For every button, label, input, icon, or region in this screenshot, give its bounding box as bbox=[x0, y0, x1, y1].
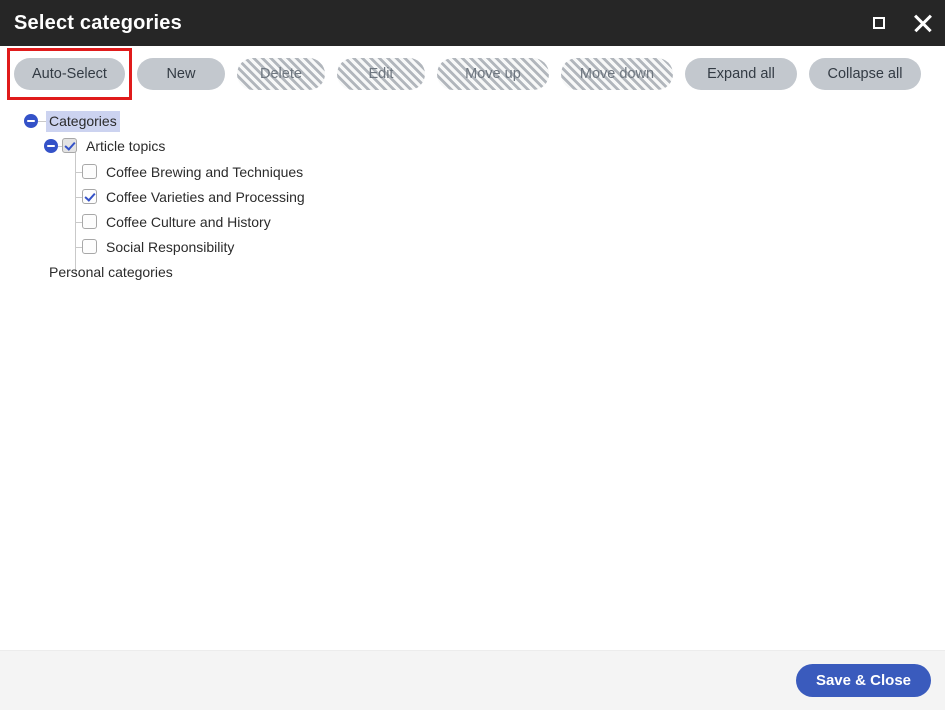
collapse-all-button[interactable]: Collapse all bbox=[808, 57, 921, 90]
checkbox-coffee-culture-and-history[interactable] bbox=[82, 214, 97, 229]
collapse-toggle-categories[interactable] bbox=[24, 114, 38, 128]
tree-row-categories[interactable]: Categories bbox=[0, 109, 945, 135]
select-categories-dialog: Select categories Auto-Select New Delete… bbox=[0, 0, 945, 710]
tree-row-item[interactable]: Social Responsibility bbox=[0, 235, 945, 260]
collapse-all-button-wrap: Collapse all bbox=[808, 57, 921, 90]
expand-all-button-wrap: Expand all bbox=[684, 57, 797, 90]
close-icon bbox=[912, 12, 934, 34]
tree-row-item[interactable]: Coffee Varieties and Processing bbox=[0, 185, 945, 210]
maximize-button[interactable] bbox=[857, 0, 901, 46]
delete-button-wrap: Delete bbox=[236, 57, 325, 90]
expand-all-button[interactable]: Expand all bbox=[684, 57, 797, 90]
tree-row-item[interactable]: Coffee Brewing and Techniques bbox=[0, 160, 945, 185]
category-tree: Categories Article topics Coffee Brewing… bbox=[0, 109, 945, 285]
move-down-button-wrap: Move down bbox=[560, 57, 673, 90]
toolbar: Auto-Select New Delete Edit Move up Move… bbox=[0, 46, 945, 101]
tree-label-coffee-varieties-and-processing[interactable]: Coffee Varieties and Processing bbox=[103, 187, 308, 208]
tree-row-article-topics[interactable]: Article topics bbox=[0, 135, 945, 160]
category-tree-panel: Categories Article topics Coffee Brewing… bbox=[0, 101, 945, 650]
checkbox-social-responsibility[interactable] bbox=[82, 239, 97, 254]
checkbox-coffee-varieties-and-processing[interactable] bbox=[82, 189, 97, 204]
auto-select-button[interactable]: Auto-Select bbox=[14, 57, 125, 90]
window-title: Select categories bbox=[14, 11, 182, 34]
save-and-close-button[interactable]: Save & Close bbox=[795, 664, 931, 697]
tree-label-categories[interactable]: Categories bbox=[46, 111, 120, 132]
collapse-toggle-article-topics[interactable] bbox=[44, 139, 58, 153]
edit-button: Edit bbox=[336, 57, 425, 90]
tree-label-personal-categories[interactable]: Personal categories bbox=[46, 262, 176, 283]
edit-button-wrap: Edit bbox=[336, 57, 425, 90]
checkbox-coffee-brewing-and-techniques[interactable] bbox=[82, 164, 97, 179]
tree-row-item[interactable]: Coffee Culture and History bbox=[0, 210, 945, 235]
new-button-wrap: New bbox=[136, 57, 225, 90]
footer-bar: Save & Close bbox=[0, 650, 945, 710]
window-controls bbox=[857, 0, 945, 46]
title-bar: Select categories bbox=[0, 0, 945, 46]
tree-label-coffee-culture-and-history[interactable]: Coffee Culture and History bbox=[103, 212, 274, 233]
move-down-button: Move down bbox=[560, 57, 673, 90]
move-up-button-wrap: Move up bbox=[436, 57, 549, 90]
close-button[interactable] bbox=[901, 0, 945, 46]
tree-label-article-topics[interactable]: Article topics bbox=[83, 136, 168, 157]
tree-row-personal-categories[interactable]: Personal categories bbox=[0, 260, 945, 285]
auto-select-highlight: Auto-Select bbox=[7, 47, 132, 100]
new-button[interactable]: New bbox=[136, 57, 225, 90]
maximize-icon bbox=[873, 17, 885, 29]
tree-connector bbox=[38, 121, 46, 122]
tree-label-social-responsibility[interactable]: Social Responsibility bbox=[103, 237, 237, 258]
delete-button: Delete bbox=[236, 57, 325, 90]
tree-label-coffee-brewing-and-techniques[interactable]: Coffee Brewing and Techniques bbox=[103, 162, 306, 183]
move-up-button: Move up bbox=[436, 57, 549, 90]
checkbox-article-topics[interactable] bbox=[62, 138, 77, 153]
